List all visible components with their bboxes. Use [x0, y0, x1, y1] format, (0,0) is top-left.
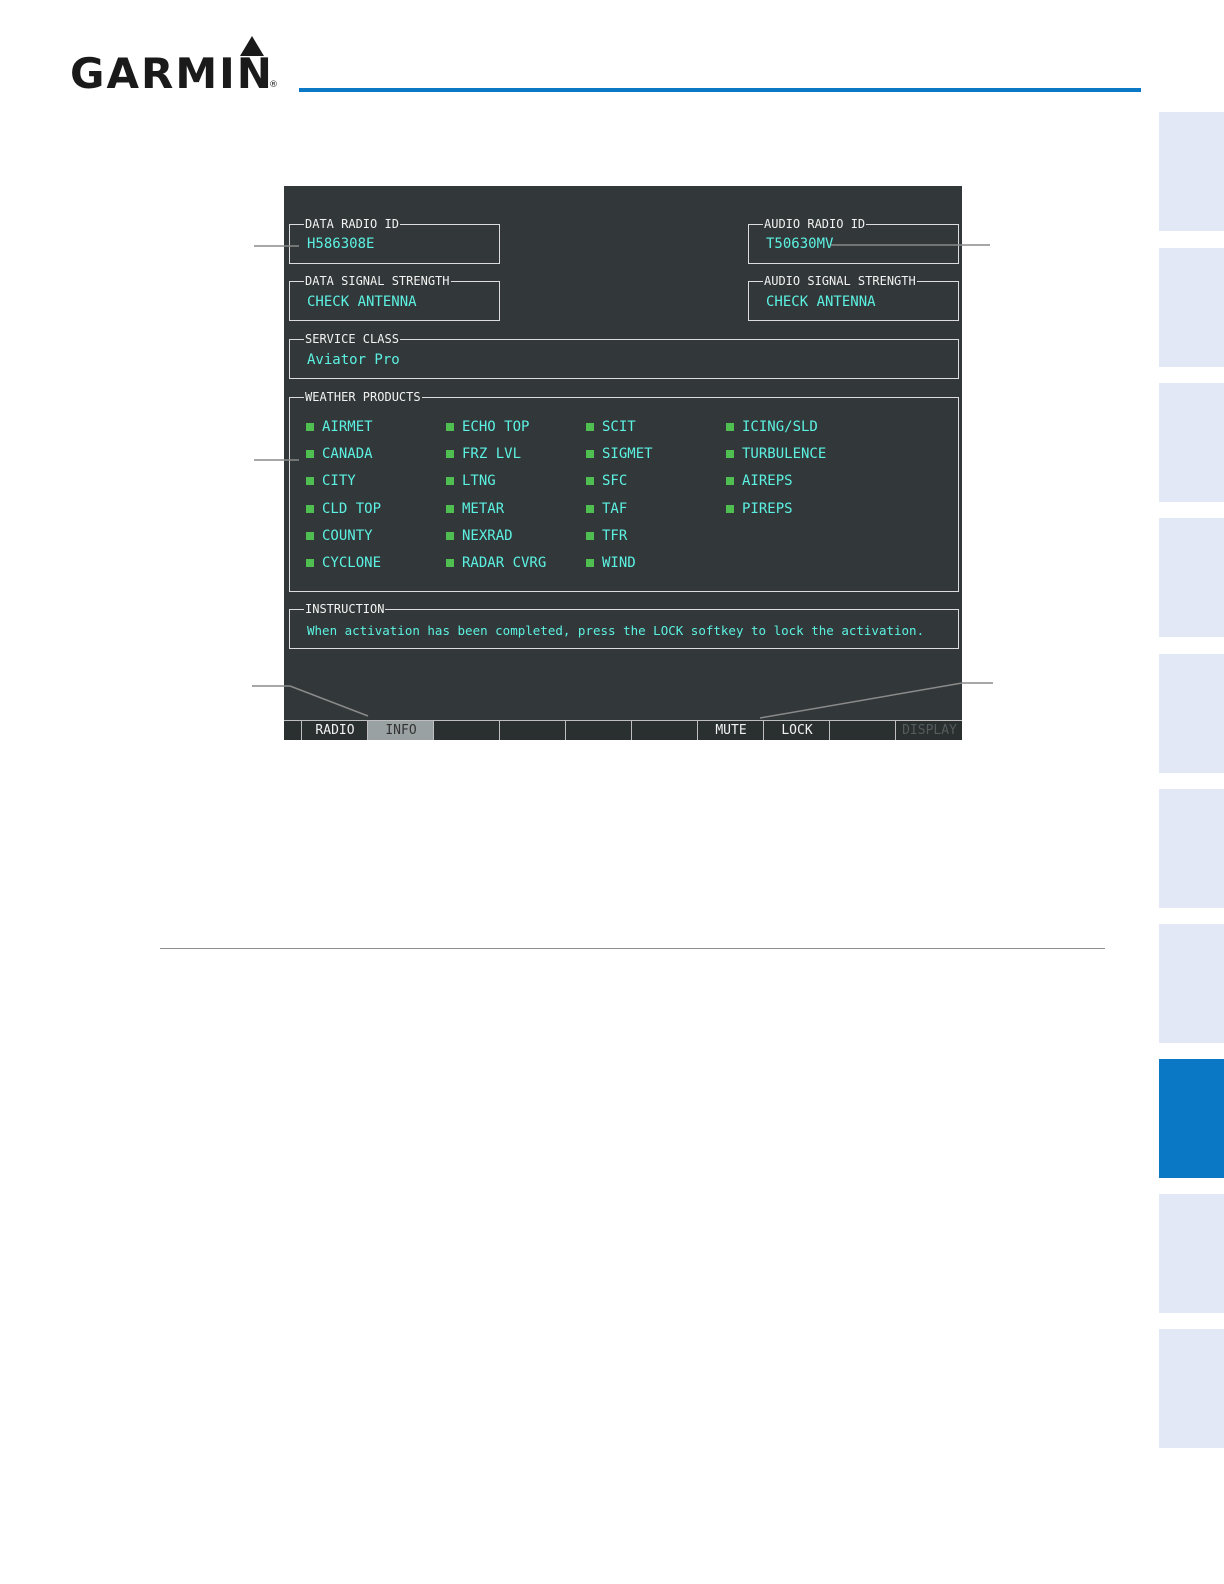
product-status-indicator: [306, 477, 314, 486]
product-status-indicator: [306, 504, 314, 513]
product-status-indicator: [306, 450, 314, 459]
audio-radio-id-label: AUDIO RADIO ID: [763, 216, 867, 232]
softkey-lock[interactable]: LOCK: [763, 721, 830, 740]
audio-radio-id-box: AUDIO RADIO ID T50630MV: [748, 216, 959, 264]
side-tab-4[interactable]: [1159, 518, 1224, 637]
weather-product-label: CLD TOP: [322, 500, 382, 517]
weather-product-label: AIRMET: [322, 419, 373, 435]
audio-signal-strength-box: AUDIO SIGNAL STRENGTH CHECK ANTENNA: [748, 273, 959, 321]
softkey-blank[interactable]: [829, 721, 896, 740]
data-radio-id-box: DATA RADIO ID H586308E: [289, 216, 500, 264]
garmin-logo: GARMIN ®: [70, 32, 285, 98]
softkey-display[interactable]: DISPLAY: [895, 721, 962, 740]
side-tab-8-active[interactable]: [1159, 1059, 1224, 1178]
weather-product-label: SFC: [602, 473, 628, 490]
product-status-indicator: [446, 423, 454, 431]
softkey-blank[interactable]: [499, 721, 566, 740]
product-status-indicator: [586, 504, 594, 513]
softkey-blank[interactable]: [565, 721, 632, 740]
product-status-indicator: [446, 531, 454, 540]
audio-signal-strength-value: CHECK ANTENNA: [766, 294, 876, 310]
mfd-screen: DATA RADIO ID H586308E AUDIO RADIO ID T5…: [284, 186, 962, 740]
side-tab-1[interactable]: [1159, 112, 1224, 231]
product-status-indicator: [446, 450, 454, 459]
weather-product-label: ICING/SLD: [742, 419, 818, 435]
header-rule: [299, 88, 1141, 92]
data-signal-strength-box: DATA SIGNAL STRENGTH CHECK ANTENNA: [289, 273, 500, 321]
weather-product-label: COUNTY: [322, 527, 373, 544]
product-status-indicator: [726, 477, 734, 486]
weather-product-label: SCIT: [602, 419, 636, 435]
weather-product-label: SIGMET: [602, 446, 653, 463]
product-status-indicator: [586, 450, 594, 459]
product-status-indicator: [586, 423, 594, 431]
softkey-info[interactable]: INFO: [367, 721, 434, 740]
instruction-box: INSTRUCTION When activation has been com…: [289, 601, 959, 649]
softkey-blank[interactable]: [631, 721, 698, 740]
bottom-rule: [160, 948, 1105, 949]
softkey-blank[interactable]: [433, 721, 500, 740]
weather-product-label: FRZ LVL: [462, 446, 522, 463]
side-tab-9[interactable]: [1159, 1194, 1224, 1313]
weather-product-label: METAR: [462, 500, 505, 517]
product-status-indicator: [306, 531, 314, 540]
weather-product-label: RADAR CVRG: [462, 555, 547, 571]
softkey-radio[interactable]: RADIO: [301, 721, 368, 740]
softkey-bar: RADIO INFO MUTE LOCK DISPLAY: [284, 720, 962, 740]
logo-text: GARMIN: [70, 49, 274, 98]
product-status-indicator: [726, 504, 734, 513]
side-tab-2[interactable]: [1159, 248, 1224, 367]
product-status-indicator: [726, 450, 734, 459]
weather-product-label: LTNG: [462, 473, 496, 490]
instruction-label: INSTRUCTION: [304, 601, 386, 617]
weather-product-label: ECHO TOP: [462, 419, 530, 435]
audio-signal-strength-label: AUDIO SIGNAL STRENGTH: [763, 273, 917, 289]
product-status-indicator: [586, 559, 594, 567]
side-tab-3[interactable]: [1159, 383, 1224, 502]
weather-products-box: WEATHER PRODUCTS AIRMET CANADA CITY CLD TOP…: [289, 389, 959, 592]
softkey-mute[interactable]: MUTE: [697, 721, 764, 740]
data-radio-id-label: DATA RADIO ID: [304, 216, 400, 232]
product-status-indicator: [726, 423, 734, 431]
softkey-blank[interactable]: [284, 721, 301, 740]
product-status-indicator: [306, 559, 314, 567]
side-tab-10[interactable]: [1159, 1329, 1224, 1448]
weather-product-label: CYCLONE: [322, 555, 382, 571]
product-status-indicator: [446, 477, 454, 486]
weather-product-label: TAF: [602, 500, 628, 517]
data-radio-id-value: H586308E: [307, 236, 375, 252]
service-class-value: Aviator Pro: [307, 352, 400, 368]
side-tab-7[interactable]: [1159, 924, 1224, 1043]
service-class-label: SERVICE CLASS: [304, 331, 400, 347]
product-status-indicator: [586, 477, 594, 486]
side-tab-6[interactable]: [1159, 789, 1224, 908]
side-tab-5[interactable]: [1159, 654, 1224, 773]
weather-products-label: WEATHER PRODUCTS: [304, 389, 422, 405]
audio-radio-id-value: T50630MV: [766, 236, 834, 252]
weather-product-label: CANADA: [322, 446, 373, 463]
data-signal-strength-value: CHECK ANTENNA: [307, 294, 417, 310]
weather-product-label: NEXRAD: [462, 527, 513, 544]
weather-product-label: AIREPS: [742, 473, 793, 490]
weather-product-label: TURBULENCE: [742, 446, 827, 463]
weather-product-label: WIND: [602, 555, 636, 571]
product-status-indicator: [446, 559, 454, 567]
service-class-box: SERVICE CLASS Aviator Pro: [289, 331, 959, 379]
weather-product-label: CITY: [322, 473, 356, 490]
instruction-text: When activation has been completed, pres…: [307, 623, 925, 638]
product-status-indicator: [586, 531, 594, 540]
logo-registered-mark: ®: [269, 80, 278, 90]
weather-product-label: TFR: [602, 527, 628, 544]
product-status-indicator: [306, 423, 314, 431]
product-status-indicator: [446, 504, 454, 513]
weather-product-label: PIREPS: [742, 500, 793, 517]
data-signal-strength-label: DATA SIGNAL STRENGTH: [304, 273, 451, 289]
